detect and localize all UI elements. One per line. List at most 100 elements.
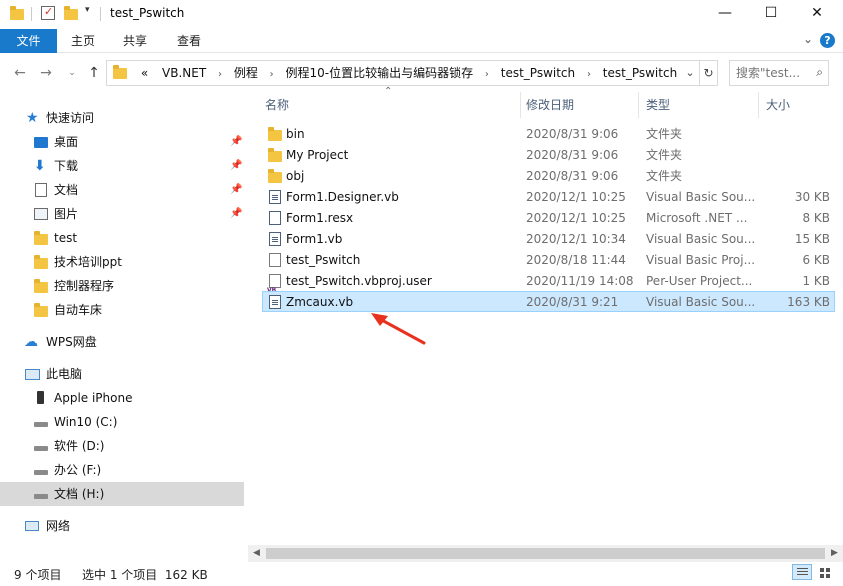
help-icon[interactable]: ?	[820, 33, 835, 48]
tab-file[interactable]: 文件	[0, 29, 57, 53]
tab-view[interactable]: 查看	[163, 29, 215, 53]
maximize-button[interactable]: ☐	[748, 0, 794, 28]
column-divider[interactable]	[758, 92, 759, 118]
breadcrumb-overflow[interactable]: «	[137, 61, 152, 85]
column-header-size[interactable]: 大小	[766, 93, 790, 117]
file-date: 2020/8/31 9:06	[526, 127, 619, 141]
column-divider[interactable]	[520, 92, 521, 118]
recent-locations-button[interactable]: ⌄	[62, 62, 82, 84]
divider	[100, 7, 101, 21]
customize-toolbar-dropdown[interactable]: ▾	[85, 5, 90, 23]
column-header-type[interactable]: 类型	[646, 93, 670, 117]
resx-file-icon	[269, 211, 281, 225]
search-icon[interactable]: ⌕	[816, 65, 823, 80]
nav-item-drive-h[interactable]: 文档 (H:)	[0, 482, 244, 506]
file-row[interactable]: Form1.resx 2020/12/1 10:25 Microsoft .NE…	[262, 207, 835, 228]
vb-file-icon	[269, 295, 281, 309]
nav-label: Win10 (C:)	[54, 415, 118, 429]
tab-home[interactable]: 主页	[57, 29, 109, 53]
nav-item-drive-f[interactable]: 办公 (F:)	[0, 458, 244, 482]
nav-item-drive-d[interactable]: 软件 (D:)	[0, 434, 244, 458]
pin-icon[interactable]: 📌	[230, 178, 242, 202]
file-date: 2020/12/1 10:25	[526, 211, 626, 225]
file-row[interactable]: bin 2020/8/31 9:06 文件夹	[262, 123, 835, 144]
scrollbar-thumb[interactable]	[266, 548, 825, 559]
nav-label: 软件 (D:)	[54, 439, 105, 453]
ribbon-tabs: 文件 主页 共享 查看 ⌄ ?	[0, 29, 843, 53]
column-header-date[interactable]: 修改日期	[526, 93, 574, 117]
column-divider[interactable]	[638, 92, 639, 118]
file-date: 2020/8/31 9:06	[526, 148, 619, 162]
scroll-left-icon[interactable]: ◀	[248, 545, 265, 562]
forward-button[interactable]: →	[36, 62, 56, 84]
address-bar[interactable]: « VB.NET › 例程 › 例程10-位置比较输出与编码器锁存 › test…	[106, 60, 718, 86]
file-size: 8 KB	[802, 211, 830, 225]
file-name: test_Pswitch	[286, 253, 361, 267]
navigation-pane: ★ 快速访问 桌面 📌 ⬇ 下载 📌 文档 📌 图片 📌 test 技术培训pp…	[0, 96, 246, 566]
pin-icon[interactable]: 📌	[230, 130, 242, 154]
file-type: Per-User Project...	[646, 274, 753, 288]
file-name: Form1.vb	[286, 232, 343, 246]
file-size: 6 KB	[802, 253, 830, 267]
chevron-right-icon[interactable]: ›	[268, 63, 276, 87]
file-row[interactable]: Form1.vb 2020/12/1 10:34 Visual Basic So…	[262, 228, 835, 249]
nav-network[interactable]: 网络	[0, 514, 244, 538]
close-button[interactable]: ✕	[794, 0, 840, 28]
file-row[interactable]: Form1.Designer.vb 2020/12/1 10:25 Visual…	[262, 186, 835, 207]
vbproj-user-icon	[267, 274, 281, 301]
search-input[interactable]	[730, 61, 810, 85]
nav-label: 控制器程序	[54, 279, 115, 293]
folder-icon	[10, 5, 24, 23]
drive-icon	[34, 422, 48, 427]
file-row[interactable]: My Project 2020/8/31 9:06 文件夹	[262, 144, 835, 165]
computer-icon	[25, 369, 40, 380]
nav-item-controller[interactable]: 控制器程序	[0, 274, 244, 298]
nav-this-pc[interactable]: 此电脑	[0, 362, 244, 386]
address-dropdown-button[interactable]: ⌄	[681, 61, 699, 85]
back-button[interactable]: ←	[10, 62, 30, 84]
breadcrumb-item[interactable]: test_Pswitch	[495, 61, 581, 85]
file-row[interactable]: obj 2020/8/31 9:06 文件夹	[262, 165, 835, 186]
search-box[interactable]: ⌕	[729, 60, 829, 86]
nav-item-documents[interactable]: 文档 📌	[0, 178, 244, 202]
nav-item-test[interactable]: test	[0, 226, 244, 250]
nav-quick-access[interactable]: ★ 快速访问	[0, 106, 244, 130]
folder-icon	[268, 169, 282, 183]
nav-label: Apple iPhone	[54, 391, 133, 405]
large-icons-view-button[interactable]	[815, 564, 835, 580]
horizontal-scrollbar[interactable]: ◀ ▶	[248, 545, 843, 562]
nav-item-training[interactable]: 技术培训ppt	[0, 250, 244, 274]
up-button[interactable]: ↑	[84, 62, 104, 84]
sort-ascending-icon: ⌃	[384, 86, 393, 97]
divider	[31, 7, 32, 21]
chevron-down-icon[interactable]: ⌄	[803, 32, 813, 46]
nav-item-lathe[interactable]: 自动车床	[0, 298, 244, 322]
file-row[interactable]: test_Pswitch 2020/8/18 11:44 Visual Basi…	[262, 249, 835, 270]
breadcrumb-item[interactable]: VB.NET	[156, 61, 212, 85]
pin-icon[interactable]: 📌	[230, 202, 242, 226]
chevron-right-icon[interactable]: ›	[483, 63, 491, 87]
nav-wps-cloud[interactable]: ☁ WPS网盘	[0, 330, 244, 354]
refresh-button[interactable]: ↻	[699, 61, 717, 85]
nav-item-pictures[interactable]: 图片 📌	[0, 202, 244, 226]
nav-item-desktop[interactable]: 桌面 📌	[0, 130, 244, 154]
scroll-right-icon[interactable]: ▶	[826, 545, 843, 562]
chevron-right-icon[interactable]: ›	[585, 63, 593, 87]
nav-item-downloads[interactable]: ⬇ 下载 📌	[0, 154, 244, 178]
nav-item-drive-c[interactable]: Win10 (C:)	[0, 410, 244, 434]
new-folder-icon[interactable]	[64, 5, 78, 23]
chevron-right-icon[interactable]: ›	[216, 63, 224, 87]
breadcrumb-item[interactable]: 例程10-位置比较输出与编码器锁存	[279, 61, 479, 85]
file-row-selected[interactable]: Zmcaux.vb 2020/8/31 9:21 Visual Basic So…	[262, 291, 835, 312]
nav-item-iphone[interactable]: Apple iPhone	[0, 386, 244, 410]
properties-icon[interactable]: ✓	[41, 5, 55, 20]
breadcrumb-item[interactable]: 例程	[228, 61, 264, 85]
details-view-button[interactable]	[792, 564, 812, 580]
nav-label: test	[54, 231, 78, 245]
file-row[interactable]: test_Pswitch.vbproj.user 2020/11/19 14:0…	[262, 270, 835, 301]
breadcrumb-item[interactable]: test_Pswitch	[597, 61, 683, 85]
minimize-button[interactable]: —	[702, 0, 748, 28]
pin-icon[interactable]: 📌	[230, 154, 242, 178]
tab-share[interactable]: 共享	[109, 29, 161, 53]
column-header-name[interactable]: 名称	[265, 93, 289, 117]
